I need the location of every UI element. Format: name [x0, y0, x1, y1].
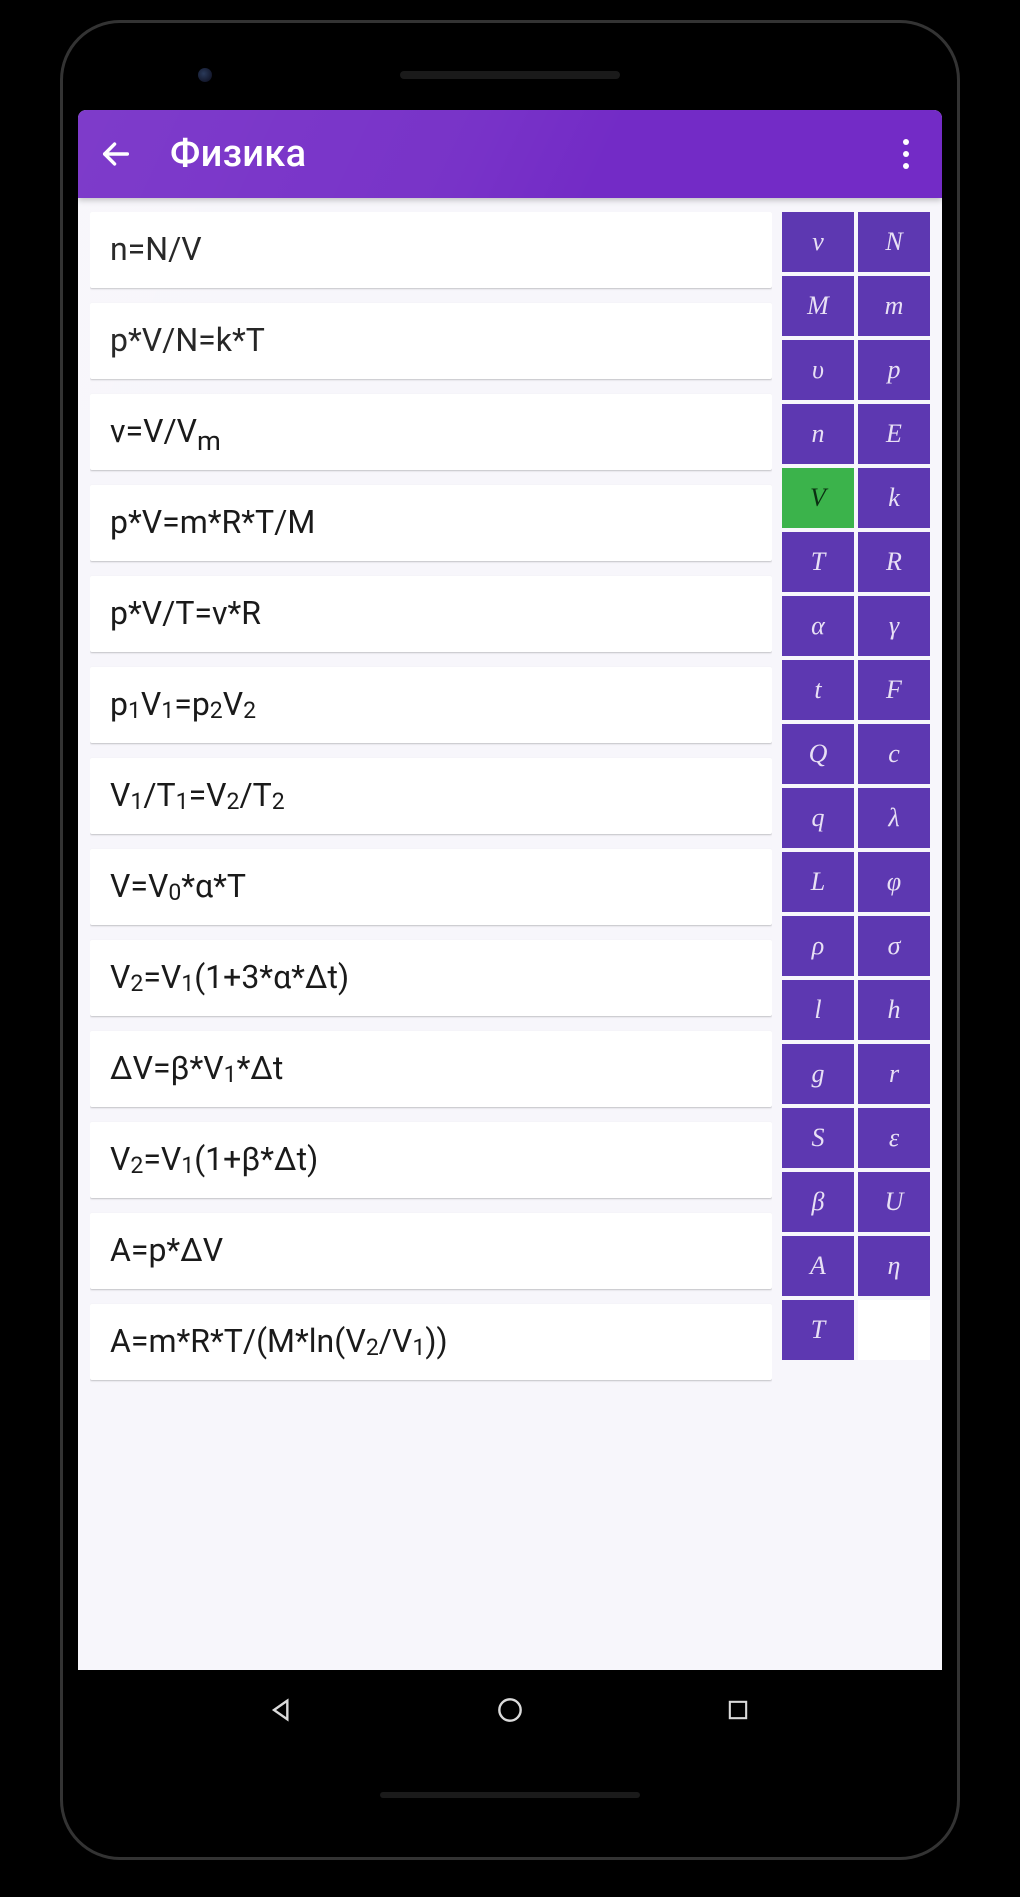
formula-list[interactable]: n=N/V p*V/N=k*T ν=V/Vm p*V=m*R*T/M p*V/T=ν*R…: [90, 212, 772, 1646]
variable-cell[interactable]: F: [858, 660, 930, 720]
variable-cell[interactable]: m: [858, 276, 930, 336]
phone-bottom-bezel: [78, 1750, 942, 1840]
app-screen: Физика n=N/V p*V/N=k*T ν=V/Vm p*V=m*R*T/M p*…: [78, 110, 942, 1670]
dot-icon: [903, 163, 909, 169]
variable-cell-blank: [858, 1300, 930, 1360]
variable-cell[interactable]: l: [782, 980, 854, 1040]
app-title: Физика: [170, 132, 854, 176]
formula-item[interactable]: A=m*R*T/(M*ln(V2/V1)): [90, 1304, 772, 1380]
variable-cell[interactable]: R: [858, 532, 930, 592]
formula-item[interactable]: n=N/V: [90, 212, 772, 288]
variable-cell[interactable]: t: [782, 660, 854, 720]
variable-cell[interactable]: c: [858, 724, 930, 784]
nav-recent-button[interactable]: [715, 1687, 761, 1733]
variable-cell[interactable]: M: [782, 276, 854, 336]
variable-cell[interactable]: ρ: [782, 916, 854, 976]
variable-cell[interactable]: L: [782, 852, 854, 912]
variable-cell[interactable]: S: [782, 1108, 854, 1168]
variable-cell[interactable]: Q: [782, 724, 854, 784]
variable-cell[interactable]: α: [782, 596, 854, 656]
variable-grid: vNMmυpnEVkTRαγtFQcqλLφρσlhgrSεβUAηT: [782, 212, 930, 1646]
variable-cell[interactable]: υ: [782, 340, 854, 400]
speaker-icon: [400, 71, 620, 79]
back-button[interactable]: [98, 136, 134, 172]
variable-cell[interactable]: U: [858, 1172, 930, 1232]
circle-home-icon: [494, 1694, 526, 1726]
variable-cell[interactable]: λ: [858, 788, 930, 848]
variable-cell[interactable]: q: [782, 788, 854, 848]
formula-item[interactable]: V1/T1=V2/T2: [90, 758, 772, 834]
square-recent-icon: [724, 1696, 752, 1724]
variable-cell[interactable]: v: [782, 212, 854, 272]
triangle-back-icon: [266, 1694, 298, 1726]
variable-cell[interactable]: φ: [858, 852, 930, 912]
home-indicator-icon: [380, 1792, 640, 1798]
android-nav-bar: [78, 1670, 942, 1750]
app-bar: Физика: [78, 110, 942, 198]
screen: Физика n=N/V p*V/N=k*T ν=V/Vm p*V=m*R*T/M p*…: [78, 110, 942, 1750]
arrow-left-icon: [99, 137, 133, 171]
formula-item[interactable]: V2=V1(1+β*Δt): [90, 1122, 772, 1198]
nav-back-button[interactable]: [259, 1687, 305, 1733]
variable-cell[interactable]: T: [782, 532, 854, 592]
formula-item[interactable]: p*V=m*R*T/M: [90, 485, 772, 561]
variable-cell[interactable]: g: [782, 1044, 854, 1104]
variable-cell[interactable]: n: [782, 404, 854, 464]
variable-cell[interactable]: β: [782, 1172, 854, 1232]
variable-cell[interactable]: N: [858, 212, 930, 272]
formula-item[interactable]: V2=V1(1+3*α*Δt): [90, 940, 772, 1016]
variable-cell[interactable]: p: [858, 340, 930, 400]
formula-item[interactable]: p*V/T=ν*R: [90, 576, 772, 652]
formula-item[interactable]: p*V/N=k*T: [90, 303, 772, 379]
phone-top-bezel: [78, 40, 942, 110]
dot-icon: [903, 151, 909, 157]
formula-item[interactable]: ΔV=β*V1*Δt: [90, 1031, 772, 1107]
variable-cell[interactable]: T: [782, 1300, 854, 1360]
variable-cell[interactable]: h: [858, 980, 930, 1040]
nav-home-button[interactable]: [487, 1687, 533, 1733]
camera-icon: [198, 68, 212, 82]
variable-cell[interactable]: σ: [858, 916, 930, 976]
variable-cell[interactable]: V: [782, 468, 854, 528]
variable-cell[interactable]: γ: [858, 596, 930, 656]
variable-cell[interactable]: r: [858, 1044, 930, 1104]
formula-item[interactable]: A=p*ΔV: [90, 1213, 772, 1289]
variable-cell[interactable]: η: [858, 1236, 930, 1296]
variable-cell[interactable]: E: [858, 404, 930, 464]
variable-cell[interactable]: k: [858, 468, 930, 528]
phone-frame: Физика n=N/V p*V/N=k*T ν=V/Vm p*V=m*R*T/M p*…: [60, 20, 960, 1860]
variable-cell[interactable]: A: [782, 1236, 854, 1296]
overflow-menu-button[interactable]: [890, 130, 922, 178]
formula-item[interactable]: ν=V/Vm: [90, 394, 772, 470]
dot-icon: [903, 139, 909, 145]
variable-cell[interactable]: ε: [858, 1108, 930, 1168]
formula-item[interactable]: V=V0*α*T: [90, 849, 772, 925]
formula-item[interactable]: p1V1=p2V2: [90, 667, 772, 743]
main-content: n=N/V p*V/N=k*T ν=V/Vm p*V=m*R*T/M p*V/T=ν*R…: [78, 198, 942, 1670]
